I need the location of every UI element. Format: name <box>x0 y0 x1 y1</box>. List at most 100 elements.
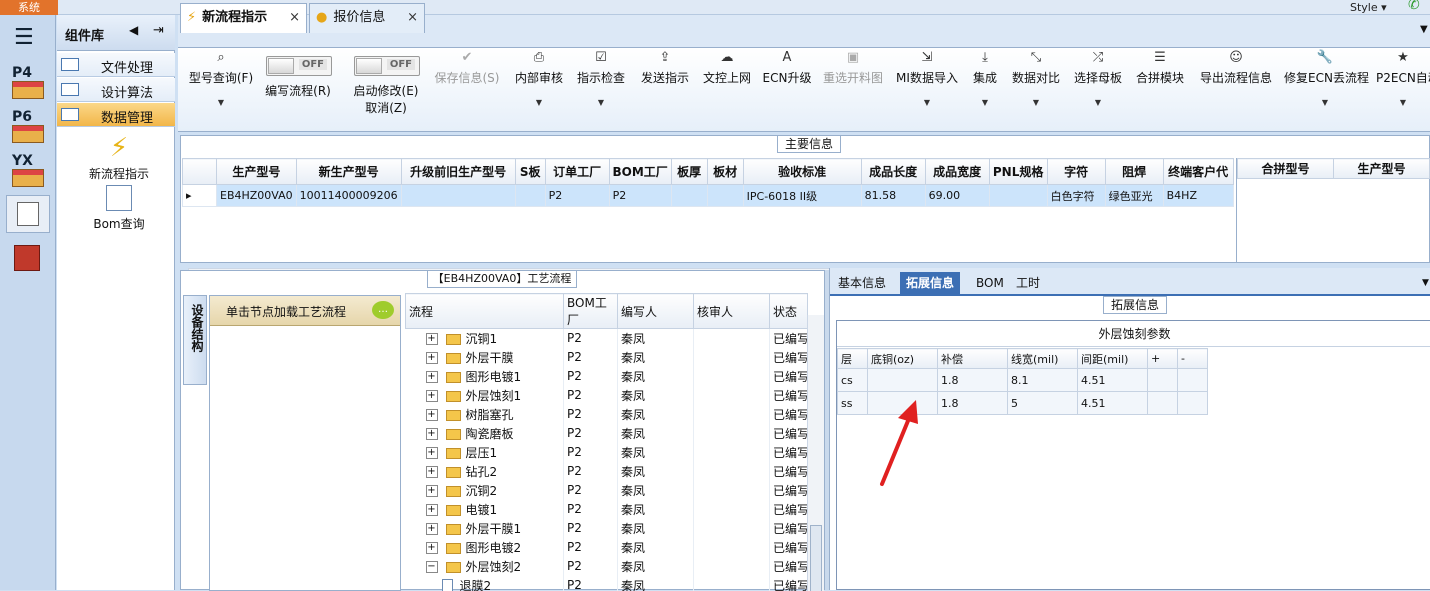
pin-icon[interactable]: ⇥ <box>153 23 164 38</box>
style-menu[interactable]: Style ▾ <box>1350 1 1387 14</box>
tool-bom-query[interactable]: Bom查询 <box>79 185 159 232</box>
table-row[interactable]: +陶瓷磨板P2秦凤已编写 <box>406 424 808 443</box>
repair-ecn-button[interactable]: 🔧 修复ECN丢流程 ▼ <box>1284 50 1366 107</box>
tab-new-flow[interactable]: ⚡新流程指示 × <box>180 3 307 33</box>
column-header[interactable]: 成品长度 <box>861 159 925 185</box>
table-cell[interactable]: 已编写 <box>770 329 808 348</box>
table-cell[interactable]: 秦凤 <box>618 348 694 367</box>
table-cell[interactable] <box>1178 392 1208 415</box>
table-cell[interactable] <box>694 405 770 424</box>
table-cell[interactable]: 已编写 <box>770 367 808 386</box>
tool-new-flow[interactable]: ⚡ 新流程指示 <box>79 133 159 182</box>
chevron-down-icon[interactable]: ▼ <box>1416 272 1430 294</box>
table-cell[interactable]: P2 <box>564 386 618 405</box>
table-cell[interactable]: 秦凤 <box>618 405 694 424</box>
expand-icon[interactable]: + <box>426 485 438 497</box>
table-cell[interactable] <box>694 538 770 557</box>
collapse-left-icon[interactable]: ◀ <box>129 23 138 37</box>
table-cell[interactable] <box>868 369 938 392</box>
table-cell[interactable]: P2 <box>564 500 618 519</box>
component-item-algorithm[interactable]: 设计算法 <box>57 78 175 102</box>
tree-node-cell[interactable]: +图形电镀1 <box>406 367 564 386</box>
tree-node-cell[interactable]: +树脂塞孔 <box>406 405 564 424</box>
table-cell[interactable]: 绿色亚光 <box>1105 185 1163 207</box>
table-cell[interactable] <box>1148 369 1178 392</box>
mi-import-button[interactable]: ⇲ MI数据导入 ▼ <box>894 50 960 107</box>
rail-button-tools[interactable] <box>6 239 50 277</box>
table-cell[interactable]: 已编写 <box>770 462 808 481</box>
expand-icon[interactable]: + <box>426 409 438 421</box>
tree-node-cell[interactable]: 退膜2 <box>406 576 564 591</box>
rail-button-yx[interactable]: YX <box>6 153 50 191</box>
table-cell[interactable] <box>694 481 770 500</box>
table-cell[interactable]: 10011400009206 <box>296 185 401 207</box>
table-cell[interactable]: 已编写 <box>770 443 808 462</box>
chevron-down-icon[interactable]: ▼ <box>1420 24 1428 35</box>
table-cell[interactable]: cs <box>838 369 868 392</box>
cancel-label[interactable]: 取消(Z) <box>346 99 426 116</box>
column-header[interactable]: BOM工厂 <box>609 159 671 185</box>
table-cell[interactable]: 秦凤 <box>618 519 694 538</box>
row-selector[interactable]: ▸ <box>183 185 217 207</box>
column-header[interactable]: 订单工厂 <box>545 159 609 185</box>
table-cell[interactable]: 秦凤 <box>618 557 694 576</box>
table-cell[interactable]: 秦凤 <box>618 576 694 591</box>
table-row[interactable]: +电镀1P2秦凤已编写 <box>406 500 808 519</box>
model-query-button[interactable]: ⌕ 型号查询(F) ▼ <box>184 50 258 107</box>
tree-node-cell[interactable]: +沉铜1 <box>406 329 564 348</box>
expand-icon[interactable]: + <box>426 371 438 383</box>
table-cell[interactable] <box>515 185 545 207</box>
column-header[interactable]: 终端客户代 <box>1163 159 1233 185</box>
add-row-button[interactable]: + <box>1148 349 1178 369</box>
tab-extended-info[interactable]: 拓展信息 <box>900 272 960 294</box>
expand-icon[interactable]: + <box>426 428 438 440</box>
table-cell[interactable]: 已编写 <box>770 405 808 424</box>
table-cell[interactable]: 已编写 <box>770 424 808 443</box>
expand-icon[interactable]: + <box>426 333 438 345</box>
table-cell[interactable]: 69.00 <box>925 185 989 207</box>
table-cell[interactable]: 5 <box>1008 392 1078 415</box>
table-cell[interactable] <box>401 185 515 207</box>
reselect-cutting-button[interactable]: ▣ 重选开料图 <box>820 50 886 86</box>
table-cell[interactable] <box>1148 392 1178 415</box>
table-row[interactable]: +层压1P2秦凤已编写 <box>406 443 808 462</box>
tree-node-cell[interactable]: −外层蚀刻2 <box>406 557 564 576</box>
expand-icon[interactable]: + <box>426 523 438 535</box>
table-cell[interactable]: P2 <box>564 576 618 591</box>
table-cell[interactable] <box>694 424 770 443</box>
table-row[interactable]: +沉铜1P2秦凤已编写 <box>406 329 808 348</box>
table-cell[interactable]: 已编写 <box>770 481 808 500</box>
table-cell[interactable]: 秦凤 <box>618 424 694 443</box>
expand-icon[interactable]: + <box>426 542 438 554</box>
table-cell[interactable] <box>694 329 770 348</box>
table-cell[interactable]: 已编写 <box>770 519 808 538</box>
table-cell[interactable]: P2 <box>564 424 618 443</box>
table-row[interactable]: +外层蚀刻1P2秦凤已编写 <box>406 386 808 405</box>
table-cell[interactable] <box>707 185 743 207</box>
table-cell[interactable] <box>694 576 770 591</box>
tree-node-cell[interactable]: +外层干膜 <box>406 348 564 367</box>
table-cell[interactable]: P2 <box>564 329 618 348</box>
tree-node-cell[interactable]: +钻孔2 <box>406 462 564 481</box>
vertical-scrollbar[interactable] <box>807 315 824 591</box>
load-hint-bar[interactable]: 单击节点加载工艺流程 … <box>210 296 400 326</box>
table-cell[interactable]: P2 <box>564 557 618 576</box>
table-cell[interactable]: P2 <box>545 185 609 207</box>
rail-button-hamburger[interactable]: ☰ <box>6 23 50 61</box>
table-cell[interactable]: P2 <box>564 538 618 557</box>
table-cell[interactable]: 秦凤 <box>618 462 694 481</box>
table-cell[interactable]: 秦凤 <box>618 500 694 519</box>
column-header[interactable]: 成品宽度 <box>925 159 989 185</box>
column-header[interactable]: 板厚 <box>671 159 707 185</box>
table-cell[interactable]: 已编写 <box>770 538 808 557</box>
table-cell[interactable]: P2 <box>564 348 618 367</box>
scrollbar-thumb[interactable] <box>810 525 822 591</box>
table-cell[interactable] <box>694 348 770 367</box>
rail-button-p6[interactable]: P6 <box>6 109 50 147</box>
column-header[interactable]: BOM工厂 <box>564 294 618 329</box>
table-cell[interactable]: P2 <box>564 462 618 481</box>
p2ecn-auto-button[interactable]: ★ P2ECN自动 ▼ <box>1376 50 1430 107</box>
column-header[interactable]: S板 <box>515 159 545 185</box>
table-cell[interactable]: 8.1 <box>1008 369 1078 392</box>
table-cell[interactable] <box>694 557 770 576</box>
